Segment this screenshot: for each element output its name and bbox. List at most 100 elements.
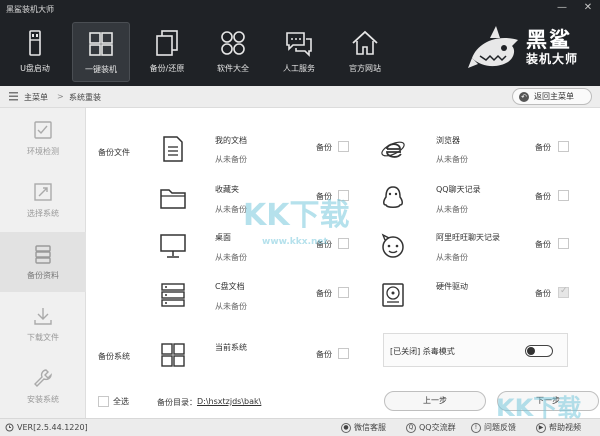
backup-checkbox-aliwangwang-chat[interactable] xyxy=(558,238,569,249)
select-all-checkbox[interactable] xyxy=(98,396,109,407)
antivirus-mode-toggle[interactable] xyxy=(525,345,553,357)
backup-label: 备份 xyxy=(316,350,332,359)
backup-label: 备份 xyxy=(316,240,332,249)
item-status-c-drive-docs: 从未备份 xyxy=(215,302,247,311)
help-video-link[interactable]: ▶ 帮助视频 xyxy=(536,422,581,433)
backup-checkbox-qq-chat[interactable] xyxy=(558,190,569,201)
windows-icon xyxy=(161,343,185,367)
nav-item-one-click-install[interactable]: 一键装机 xyxy=(72,22,130,82)
select-all-label: 全选 xyxy=(113,397,129,406)
nav-label: 人工服务 xyxy=(283,64,315,73)
item-name-browser: 浏览器 xyxy=(436,136,460,145)
nav-item-backup-restore[interactable]: 备份/还原 xyxy=(138,22,196,82)
item-status-aliwangwang-chat: 从未备份 xyxy=(436,253,468,262)
item-name-hardware-drivers: 硬件驱动 xyxy=(436,282,468,291)
previous-step-button[interactable]: 上一步 xyxy=(384,391,486,411)
back-arrow-icon: ↶ xyxy=(519,91,529,102)
nav-item-official-site[interactable]: 官方网站 xyxy=(336,22,394,82)
breadcrumb: 主菜单 > 系统重装 ↶ 返回主菜单 xyxy=(0,86,600,108)
breadcrumb-home[interactable]: 主菜单 xyxy=(24,92,48,103)
wangwang-icon xyxy=(381,233,404,258)
sidebar-item-backup-data[interactable]: 备份资料 xyxy=(0,232,86,292)
top-nav: U盘启动 一键装机 备份/还原 软件大全 人工服务 官方网站 xyxy=(6,22,394,82)
backup-label: 备份 xyxy=(535,192,551,201)
sidebar-item-select-system[interactable]: 选择系统 xyxy=(0,170,86,230)
hard-disk-icon xyxy=(382,283,404,307)
item-name-c-drive-docs: C盘文档 xyxy=(215,282,245,291)
sidebar-label: 选择系统 xyxy=(27,209,59,218)
backup-label: 备份 xyxy=(316,143,332,152)
status-bar: VER[2.5.44.1220] ● 微信客服 Q QQ交流群 ! 问题反馈 ▶… xyxy=(0,418,600,436)
backup-checkbox-c-drive-docs[interactable] xyxy=(338,287,349,298)
nav-label: 备份/还原 xyxy=(149,64,185,73)
window-title: 黑鲨装机大师 xyxy=(6,5,54,14)
sidebar-label: 备份资料 xyxy=(27,271,59,280)
status-link-label: 帮助视频 xyxy=(549,423,581,432)
backup-checkbox-favorites[interactable] xyxy=(338,190,349,201)
nav-item-usb-boot[interactable]: U盘启动 xyxy=(6,22,64,82)
sidebar-item-env-check[interactable]: 环境检测 xyxy=(0,108,86,168)
server-icon xyxy=(161,283,185,307)
status-link-label: 问题反馈 xyxy=(484,423,516,432)
nav-label: 官方网站 xyxy=(349,64,381,73)
status-link-label: QQ交流群 xyxy=(419,423,456,432)
checklist-icon xyxy=(34,121,52,139)
backup-dir-link[interactable]: D:\hsxtzjds\bak\ xyxy=(197,397,261,406)
brand-name: 黑鲨 xyxy=(526,28,572,52)
sidebar-label: 下载文件 xyxy=(27,333,59,342)
back-button-label: 返回主菜单 xyxy=(534,92,574,101)
item-status-qq-chat: 从未备份 xyxy=(436,205,468,214)
usb-drive-icon xyxy=(29,30,41,56)
minimize-button[interactable]: — xyxy=(556,2,568,13)
window-controls: — ✕ xyxy=(556,2,594,13)
next-step-button[interactable]: 下一步 xyxy=(497,391,599,411)
item-status-desktop: 从未备份 xyxy=(215,253,247,262)
backup-checkbox-current-system[interactable] xyxy=(338,348,349,359)
item-name-desktop: 桌面 xyxy=(215,233,231,242)
item-name-current-system: 当前系统 xyxy=(215,343,247,352)
nav-label: 软件大全 xyxy=(217,64,249,73)
system-select-icon xyxy=(34,183,52,201)
home-icon xyxy=(352,30,378,55)
qq-group-link[interactable]: Q QQ交流群 xyxy=(406,422,456,433)
folder-icon xyxy=(160,189,186,209)
backup-checkbox-browser[interactable] xyxy=(558,141,569,152)
backup-checkbox-hardware-drivers xyxy=(558,286,569,298)
qq-penguin-icon xyxy=(383,186,403,208)
backup-files-label: 备份文件 xyxy=(98,148,130,157)
nav-item-software[interactable]: 软件大全 xyxy=(204,22,262,82)
app-header: 黑鲨装机大师 — ✕ U盘启动 一键装机 备份/还原 软件大全 人工服务 官方网… xyxy=(0,0,600,86)
nav-item-manual-service[interactable]: 人工服务 xyxy=(270,22,328,82)
back-to-main-button[interactable]: ↶ 返回主菜单 xyxy=(512,88,592,105)
document-icon xyxy=(163,136,183,162)
item-name-aliwangwang-chat: 阿里旺旺聊天记录 xyxy=(436,233,500,242)
backup-panel: 备份文件 我的文档 从未备份 备份 收藏夹 从未备份 备份 桌面 从未备份 备份… xyxy=(86,108,600,418)
breadcrumb-separator: > xyxy=(57,92,64,101)
wrench-icon xyxy=(34,369,52,387)
backup-label: 备份 xyxy=(535,240,551,249)
sidebar-label: 安装系统 xyxy=(27,395,59,404)
status-link-label: 微信客服 xyxy=(354,423,386,432)
brand-text: 黑鲨 装机大师 xyxy=(526,28,578,66)
item-status-favorites: 从未备份 xyxy=(215,205,247,214)
backup-label: 备份 xyxy=(316,289,332,298)
sidebar-item-download-files[interactable]: 下载文件 xyxy=(0,294,86,354)
step-sidebar: 环境检测 选择系统 备份资料 下载文件 安装系统 xyxy=(0,108,86,418)
close-button[interactable]: ✕ xyxy=(582,2,594,13)
antivirus-mode-panel: [已关闭] 杀毒模式 xyxy=(383,333,568,367)
wechat-support-link[interactable]: ● 微信客服 xyxy=(341,422,386,433)
breadcrumb-current: 系统重装 xyxy=(69,93,101,102)
feedback-link[interactable]: ! 问题反馈 xyxy=(471,422,516,433)
item-status-my-documents: 从未备份 xyxy=(215,155,247,164)
grid-apps-icon xyxy=(221,31,245,55)
item-name-favorites: 收藏夹 xyxy=(215,185,239,194)
qq-icon: Q xyxy=(406,422,416,433)
backup-label: 备份 xyxy=(535,143,551,152)
copy-icon xyxy=(156,30,178,56)
backup-label: 备份 xyxy=(316,192,332,201)
sidebar-item-install-system[interactable]: 安装系统 xyxy=(0,356,86,416)
backup-checkbox-desktop[interactable] xyxy=(338,238,349,249)
backup-checkbox-my-documents[interactable] xyxy=(338,141,349,152)
backup-system-label: 备份系统 xyxy=(98,352,130,361)
backup-label: 备份 xyxy=(535,289,551,298)
